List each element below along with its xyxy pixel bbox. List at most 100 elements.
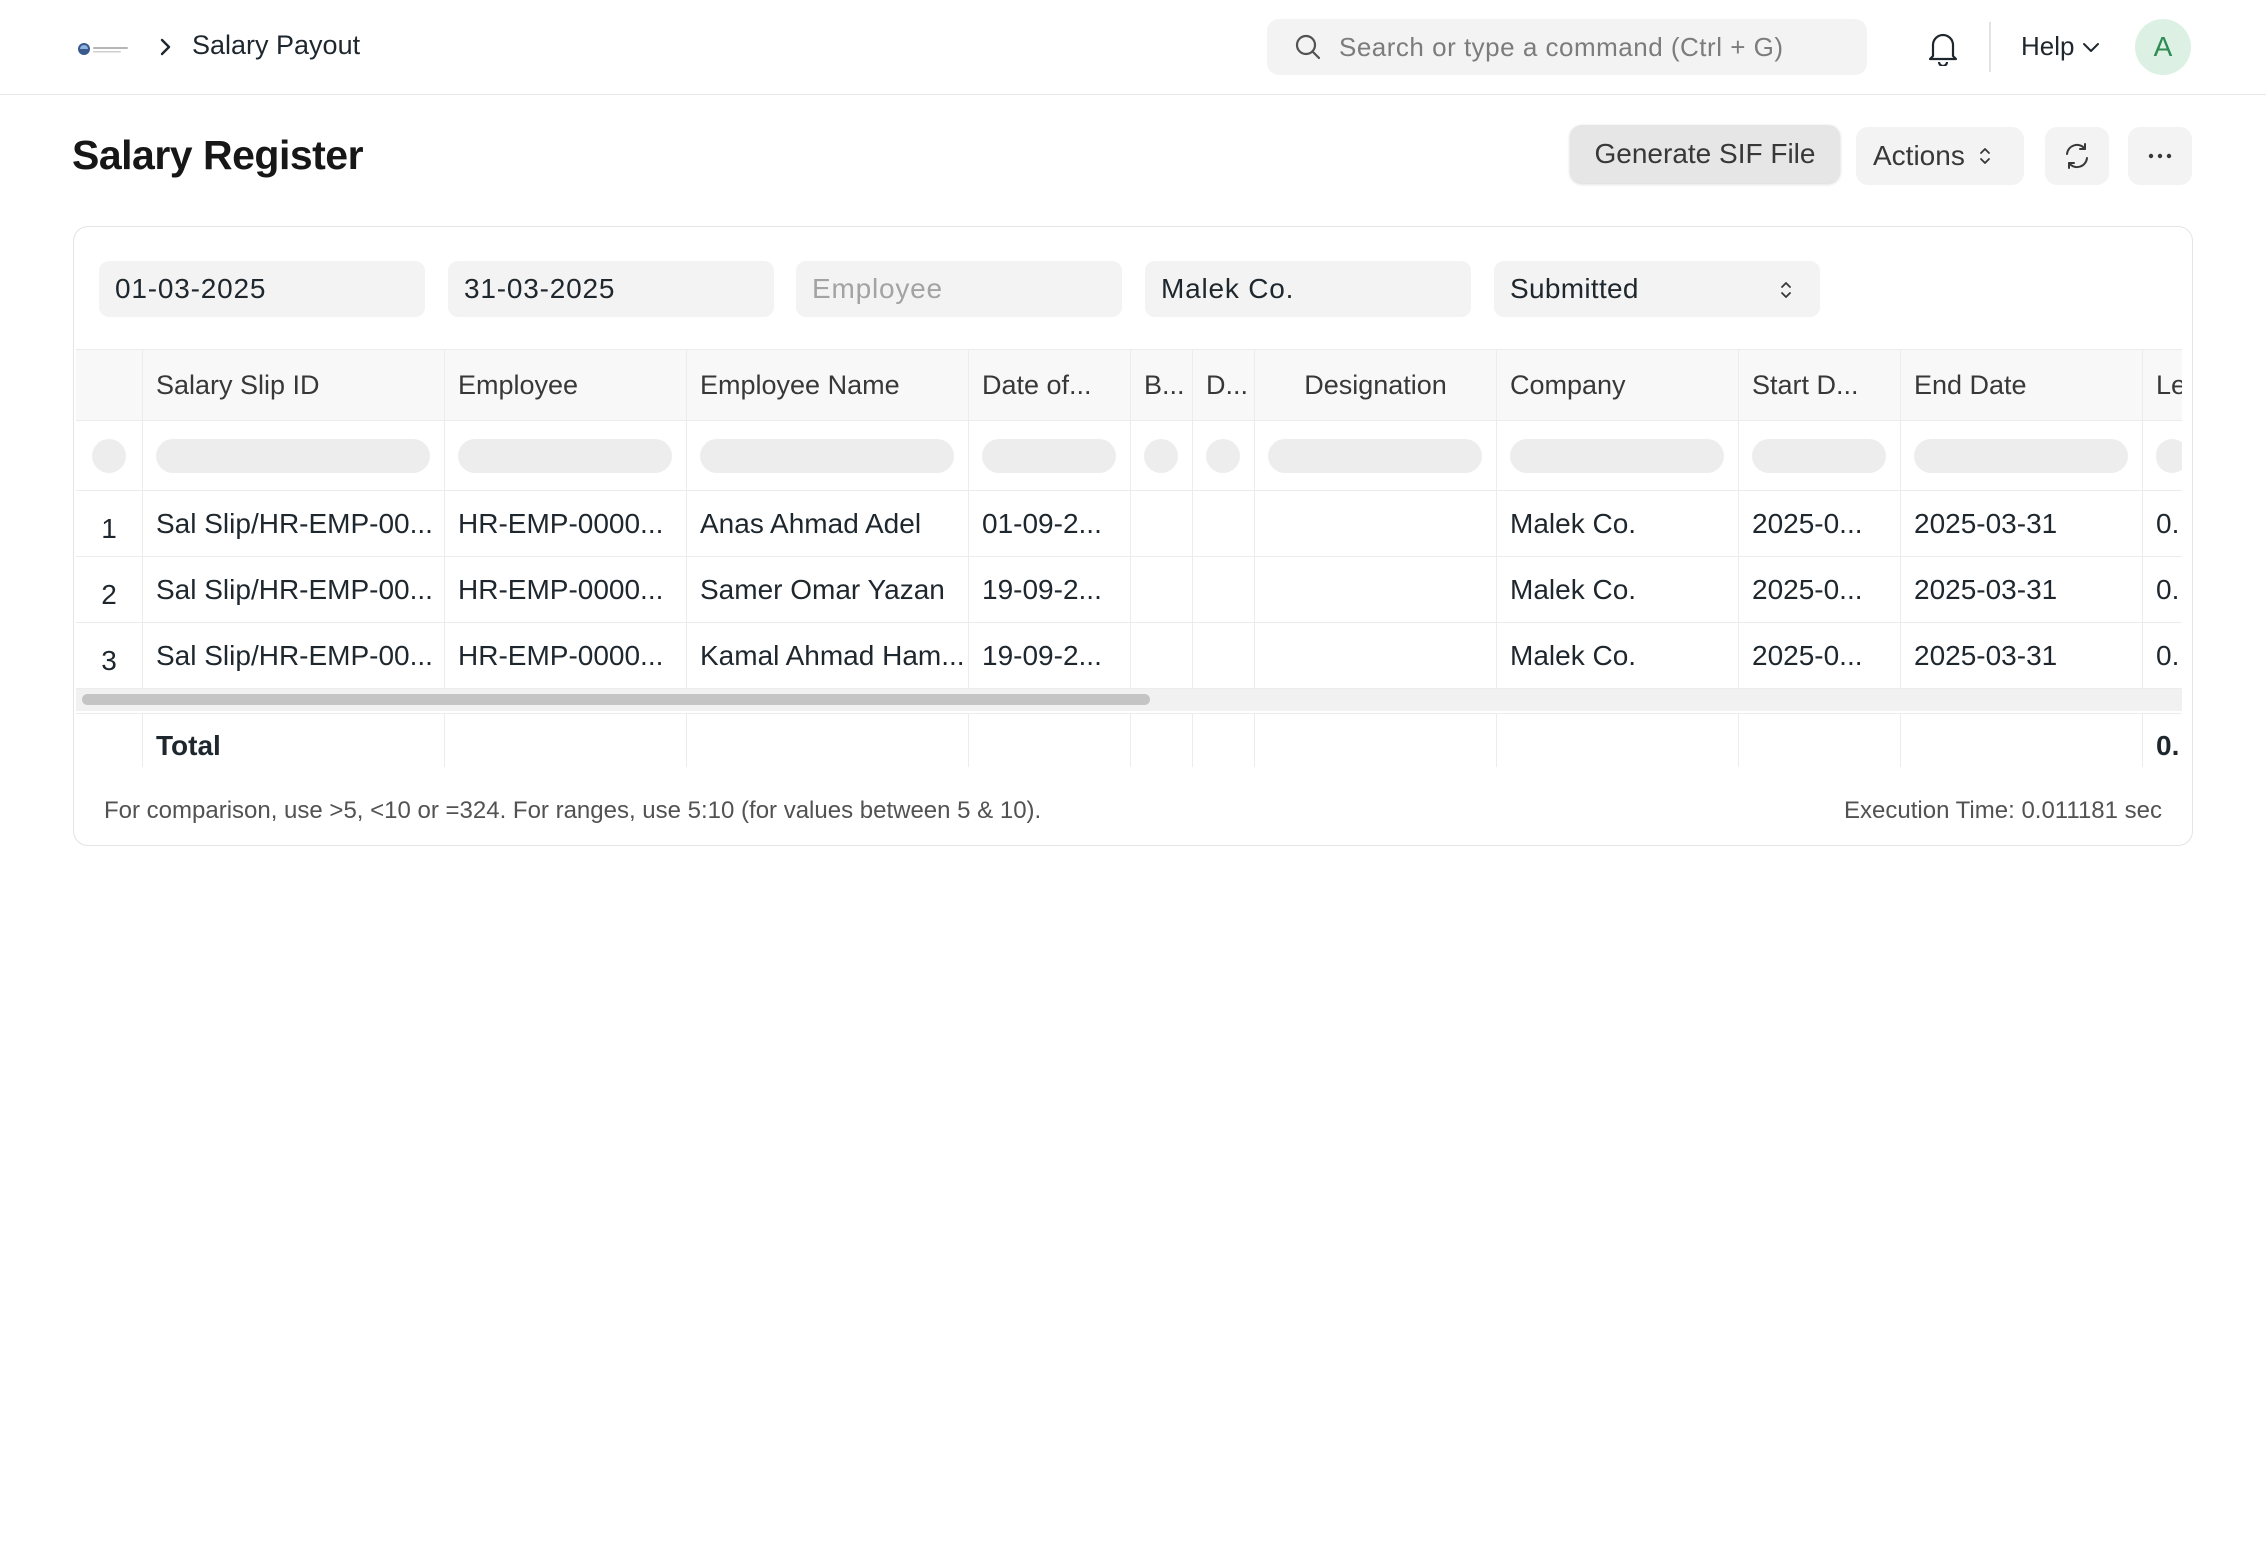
report-table: Salary Slip ID Employee Employee Name Da… (76, 349, 2182, 767)
table-cell[interactable]: 19-09-2... (968, 557, 1130, 622)
row-index: 2 (101, 578, 117, 610)
filter-cell (686, 421, 968, 490)
scrollbar-thumb[interactable] (82, 694, 1150, 705)
column-filter-input[interactable] (458, 438, 672, 473)
table-cell[interactable] (1130, 623, 1192, 688)
company-filter[interactable]: Malek Co. (1145, 261, 1471, 317)
column-header[interactable]: End Date (1900, 350, 2142, 420)
table-cell[interactable]: Malek Co. (1496, 557, 1738, 622)
navbar-divider (1989, 22, 1991, 72)
actions-button[interactable]: Actions (1856, 127, 2024, 185)
column-filter-input[interactable] (700, 438, 954, 473)
docstatus-filter[interactable]: Submitted (1494, 261, 1820, 317)
column-header[interactable]: Le (2142, 350, 2182, 420)
table-cell[interactable] (1254, 623, 1496, 688)
table-cell[interactable]: Malek Co. (1496, 623, 1738, 688)
table-cell[interactable] (1254, 491, 1496, 556)
column-header[interactable]: B... (1130, 350, 1192, 420)
table-cell[interactable]: 2025-03-31 (1900, 557, 2142, 622)
table-cell[interactable]: Anas Ahmad Adel (686, 491, 968, 556)
column-filter-input[interactable] (1268, 438, 1482, 473)
table-cell[interactable] (1192, 623, 1254, 688)
table-cell[interactable]: Samer Omar Yazan (686, 557, 968, 622)
refresh-button[interactable] (2045, 127, 2109, 185)
column-filter-input[interactable] (156, 438, 430, 473)
table-cell[interactable]: HR-EMP-0000... (444, 623, 686, 688)
table-cell[interactable]: Sal Slip/HR-EMP-00... (142, 557, 444, 622)
column-filter-input[interactable] (1144, 438, 1178, 473)
search-bar[interactable] (1267, 19, 1867, 75)
filter-cell (444, 421, 686, 490)
app-logo[interactable] (76, 41, 130, 57)
table-cell[interactable]: Malek Co. (1496, 491, 1738, 556)
table-cell[interactable] (1192, 557, 1254, 622)
filter-cell (968, 421, 1130, 490)
table-cell[interactable]: 2025-0... (1738, 623, 1900, 688)
table-header: Salary Slip ID Employee Employee Name Da… (76, 349, 2182, 421)
help-dropdown[interactable]: Help (2021, 31, 2100, 62)
table-cell[interactable]: Kamal Ahmad Ham... (686, 623, 968, 688)
table-cell[interactable]: 19-09-2... (968, 623, 1130, 688)
column-header[interactable]: Start D... (1738, 350, 1900, 420)
column-header[interactable]: D... (1192, 350, 1254, 420)
column-filter-input[interactable] (92, 438, 126, 473)
chevron-right-icon (160, 38, 171, 56)
breadcrumb-salary-payout[interactable]: Salary Payout (192, 30, 360, 61)
column-header[interactable]: Employee (444, 350, 686, 420)
total-cell (1900, 714, 2142, 767)
to-date-filter[interactable]: 31-03-2025 (448, 261, 774, 317)
row-index: 1 (101, 512, 117, 544)
column-header[interactable]: Date of... (968, 350, 1130, 420)
total-cell (1130, 714, 1192, 767)
updown-icon (1979, 148, 1990, 164)
column-header[interactable]: Company (1496, 350, 1738, 420)
execution-time: Execution Time: 0.011181 sec (1844, 797, 2162, 824)
table-cell[interactable] (1192, 491, 1254, 556)
table-row[interactable]: 3 Sal Slip/HR-EMP-00... HR-EMP-0000... K… (76, 623, 2182, 689)
table-cell[interactable]: 0. (2142, 623, 2182, 688)
table-row[interactable]: 2 Sal Slip/HR-EMP-00... HR-EMP-0000... S… (76, 557, 2182, 623)
column-filter-input[interactable] (982, 438, 1116, 473)
column-filter-input[interactable] (1510, 438, 1724, 473)
table-cell[interactable]: Sal Slip/HR-EMP-00... (142, 491, 444, 556)
search-input[interactable] (1339, 19, 1849, 75)
horizontal-scrollbar[interactable] (76, 689, 2182, 711)
total-cell (968, 714, 1130, 767)
column-filter-input[interactable] (1752, 438, 1886, 473)
user-avatar[interactable]: A (2135, 19, 2191, 75)
report-card: 01-03-2025 31-03-2025 Employee Malek Co.… (73, 226, 2193, 846)
table-cell[interactable]: 2025-0... (1738, 491, 1900, 556)
more-icon (2148, 153, 2172, 159)
table-cell[interactable] (1254, 557, 1496, 622)
column-filter-input[interactable] (1206, 438, 1240, 473)
filter-cell (1496, 421, 1738, 490)
column-header[interactable]: Employee Name (686, 350, 968, 420)
table-cell[interactable]: 0. (2142, 491, 2182, 556)
filter-hint: For comparison, use >5, <10 or =324. For… (104, 797, 1042, 824)
filter-cell (2142, 421, 2182, 490)
table-cell[interactable]: 2025-03-31 (1900, 623, 2142, 688)
table-cell[interactable] (1130, 557, 1192, 622)
table-cell[interactable]: 01-09-2... (968, 491, 1130, 556)
from-date-filter[interactable]: 01-03-2025 (99, 261, 425, 317)
table-cell[interactable]: Sal Slip/HR-EMP-00... (142, 623, 444, 688)
table-cell[interactable]: 2025-03-31 (1900, 491, 2142, 556)
filter-cell (1130, 421, 1192, 490)
total-cell (1496, 714, 1738, 767)
table-cell[interactable]: 0. (2142, 557, 2182, 622)
table-cell[interactable]: 2025-0... (1738, 557, 1900, 622)
generate-sif-button[interactable]: Generate SIF File (1570, 125, 1840, 183)
filter-cell (1900, 421, 2142, 490)
column-filter-input[interactable] (2156, 438, 2182, 473)
column-header[interactable]: Designation (1254, 350, 1496, 420)
table-row[interactable]: 1 Sal Slip/HR-EMP-00... HR-EMP-0000... A… (76, 491, 2182, 557)
table-cell[interactable]: HR-EMP-0000... (444, 557, 686, 622)
filter-cell (142, 421, 444, 490)
more-options-button[interactable] (2128, 127, 2192, 185)
bell-icon[interactable] (1926, 30, 1960, 66)
column-header[interactable]: Salary Slip ID (142, 350, 444, 420)
column-filter-input[interactable] (1914, 438, 2128, 473)
table-cell[interactable]: HR-EMP-0000... (444, 491, 686, 556)
employee-filter[interactable]: Employee (796, 261, 1122, 317)
table-cell[interactable] (1130, 491, 1192, 556)
